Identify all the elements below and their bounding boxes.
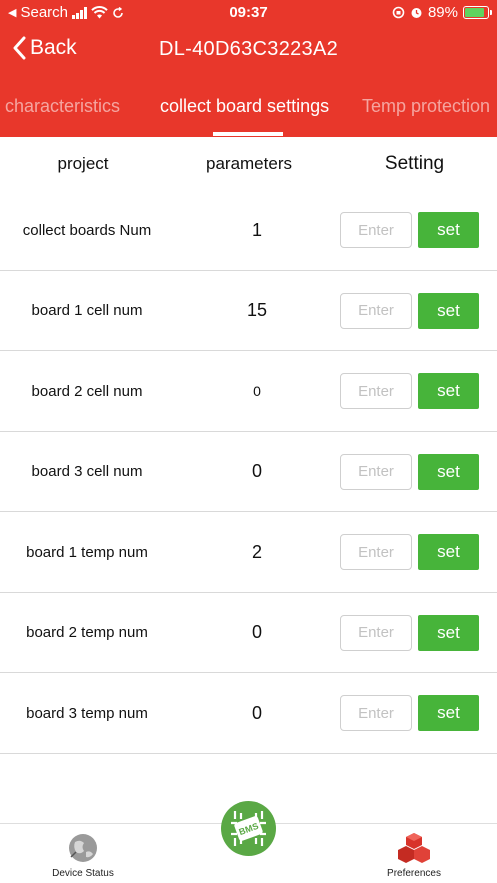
alarm-icon — [411, 8, 422, 18]
tab-preferences[interactable]: Preferences — [354, 832, 474, 879]
tab-collect-board-settings[interactable]: collect board settings — [160, 96, 329, 117]
bms-logo-button[interactable]: BMS — [221, 801, 276, 856]
row-name: board 2 temp num — [26, 624, 148, 641]
set-button[interactable]: set — [418, 373, 479, 409]
battery-icon — [463, 6, 492, 19]
row-name: collect boards Num — [22, 221, 152, 239]
row-value: 1 — [251, 219, 262, 240]
row-input[interactable] — [340, 534, 412, 570]
chip-icon: BMS — [231, 811, 266, 846]
table-row: board 2 cell num 0 set — [0, 351, 497, 432]
nav-bar: Back DL-40D63C3223A2 — [0, 28, 497, 74]
row-value: 0 — [251, 461, 262, 481]
set-button[interactable]: set — [418, 614, 479, 651]
row-value: 2 — [251, 541, 262, 562]
set-button[interactable]: set — [418, 292, 479, 329]
table-row: board 1 temp num 2 set — [0, 512, 497, 593]
header-parameters: parameters — [206, 154, 292, 173]
tab-characteristics[interactable]: ll characteristics — [0, 96, 120, 117]
row-value: 0 — [251, 622, 262, 642]
row-input[interactable] — [340, 292, 412, 329]
header-project: project — [57, 154, 109, 173]
row-value: 0 — [251, 702, 262, 723]
status-right: 89% — [392, 4, 492, 21]
set-button[interactable]: set — [418, 212, 479, 248]
set-button[interactable]: set — [418, 695, 479, 731]
table-row: board 3 temp num 0 set — [0, 673, 497, 754]
header: ◀ Search 09:37 89% Back DL-40D63C3223A2 … — [0, 0, 497, 137]
tab-device-status[interactable]: Device Status — [23, 832, 143, 879]
row-name: board 3 temp num — [26, 704, 148, 722]
cubes-icon — [398, 833, 430, 863]
tab-preferences-label: Preferences — [387, 868, 441, 879]
table-header: project parameters Setting — [0, 137, 497, 192]
tab-strip: ll characteristics collect board setting… — [0, 86, 497, 137]
settings-table: collect boards Num 1 set board 1 cell nu… — [0, 190, 497, 754]
battery-percent: 89% — [427, 4, 458, 21]
table-row: board 3 cell num 0 set — [0, 432, 497, 512]
header-setting: Setting — [384, 153, 445, 174]
row-value: 15 — [246, 300, 268, 320]
globe-icon — [69, 834, 97, 862]
active-tab-indicator — [213, 132, 283, 136]
table-row: collect boards Num 1 set — [0, 190, 497, 271]
row-name: board 3 cell num — [31, 463, 143, 480]
row-input[interactable] — [340, 212, 412, 248]
row-input[interactable] — [340, 453, 412, 490]
table-row: board 1 cell num 15 set — [0, 271, 497, 351]
row-name: board 1 cell num — [31, 302, 143, 319]
row-value: 0 — [253, 383, 261, 399]
row-input[interactable] — [340, 614, 412, 651]
set-button[interactable]: set — [418, 534, 479, 570]
tab-temp-protection[interactable]: Temp protection — [362, 96, 490, 117]
table-row: board 2 temp num 0 set — [0, 593, 497, 673]
tab-device-status-label: Device Status — [52, 868, 114, 879]
row-input[interactable] — [340, 373, 412, 409]
row-name: board 1 temp num — [26, 543, 148, 561]
status-bar: ◀ Search 09:37 89% — [0, 0, 497, 26]
page-title: DL-40D63C3223A2 — [158, 38, 339, 60]
set-button[interactable]: set — [418, 453, 479, 490]
row-name: board 2 cell num — [31, 382, 143, 400]
orientation-lock-icon — [392, 6, 405, 19]
row-input[interactable] — [340, 695, 412, 731]
